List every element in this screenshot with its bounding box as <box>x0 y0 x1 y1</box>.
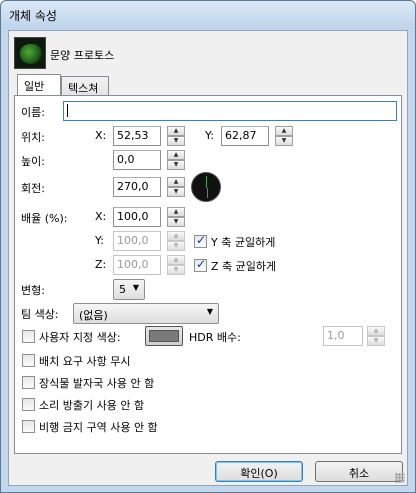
scale-z-label: Z: <box>95 258 107 271</box>
custom-color-button[interactable] <box>145 326 183 346</box>
rotation-label: 회전: <box>21 182 45 195</box>
scale-z-input: 100,0 <box>113 255 161 275</box>
ignore-placement-label: 배치 요구 사항 무시 <box>39 355 131 368</box>
object-properties-window: 개체 속성 문양 프로토스 텍스쳐 일반 이름: 위치: X: 52,53 ▲ … <box>0 0 416 493</box>
hdr-label: HDR 배수: <box>189 331 241 344</box>
text-caret <box>67 104 68 117</box>
spin-up-icon[interactable]: ▲ <box>167 207 185 217</box>
custom-color-label: 사용자 지정 색상: <box>39 331 121 344</box>
hdr-input: 1,0 <box>323 326 363 346</box>
custom-color-checkbox[interactable] <box>22 330 35 343</box>
rotation-input[interactable]: 270,0 <box>113 177 161 197</box>
window-title: 개체 속성 <box>9 9 57 23</box>
spin-down-icon[interactable]: ▼ <box>167 187 185 197</box>
height-spinner[interactable]: ▲ ▼ <box>167 150 185 170</box>
spin-up-icon: ▲ <box>367 326 385 336</box>
title-bar[interactable]: 개체 속성 <box>1 1 415 29</box>
scale-y-input: 100,0 <box>113 231 161 251</box>
variation-label: 변형: <box>21 284 45 297</box>
spin-up-icon: ▲ <box>167 231 185 241</box>
name-input[interactable] <box>63 101 397 121</box>
spin-down-icon[interactable]: ▼ <box>167 160 185 170</box>
ignore-placement-checkbox[interactable] <box>22 354 35 367</box>
spin-up-icon[interactable]: ▲ <box>167 177 185 187</box>
spin-down-icon: ▼ <box>167 241 185 251</box>
scale-y-label: Y: <box>95 234 104 247</box>
position-y-spinner[interactable]: ▲ ▼ <box>275 126 293 146</box>
spin-down-icon: ▼ <box>367 336 385 346</box>
object-name: 문양 프로토스 <box>50 49 115 62</box>
spin-down-icon[interactable]: ▼ <box>167 217 185 227</box>
height-label: 높이: <box>21 155 45 168</box>
team-color-value: (없음) <box>79 309 108 322</box>
ok-button[interactable]: 확인(O) <box>215 461 303 482</box>
no-footprint-label: 장식물 발자국 사용 안 함 <box>39 377 155 390</box>
scale-y-spinner: ▲ ▼ <box>167 231 185 251</box>
no-fly-label: 비행 금지 구역 사용 안 함 <box>39 421 158 434</box>
y-uniform-label: Y 축 균일하게 <box>211 236 276 249</box>
dial-needle-icon <box>206 176 207 188</box>
position-x-label: X: <box>95 129 107 142</box>
team-color-dropdown[interactable]: (없음) ▼ <box>73 303 219 324</box>
tab-texture[interactable]: 텍스쳐 <box>61 76 109 96</box>
y-uniform-checkbox[interactable] <box>194 233 207 248</box>
spin-up-icon: ▲ <box>167 255 185 265</box>
spin-up-icon[interactable]: ▲ <box>275 126 293 136</box>
dropdown-arrow-icon: ▼ <box>206 307 213 316</box>
variation-dropdown[interactable]: 5 ▼ <box>113 279 145 300</box>
scale-label: 배율 (%): <box>21 212 68 225</box>
no-sound-label: 소리 방출기 사용 안 함 <box>39 399 145 412</box>
height-input[interactable]: 0,0 <box>113 150 161 170</box>
color-swatch <box>149 330 179 342</box>
no-footprint-checkbox[interactable] <box>22 376 35 389</box>
cancel-button[interactable]: 취소 <box>315 461 403 482</box>
no-fly-checkbox[interactable] <box>22 420 35 433</box>
hdr-spinner: ▲ ▼ <box>367 326 385 346</box>
position-y-input[interactable]: 62,87 <box>221 126 269 146</box>
team-color-label: 팀 색상: <box>21 308 59 321</box>
spin-down-icon: ▼ <box>167 265 185 275</box>
position-x-spinner[interactable]: ▲ ▼ <box>167 126 185 146</box>
object-thumbnail <box>14 37 46 69</box>
dropdown-arrow-icon: ▼ <box>132 283 139 292</box>
variation-value: 5 <box>119 283 126 296</box>
general-panel: 이름: 위치: X: 52,53 ▲ ▼ Y: 62,87 ▲ ▼ 높이: 0,… <box>14 95 402 454</box>
no-sound-checkbox[interactable] <box>22 398 35 411</box>
spin-up-icon[interactable]: ▲ <box>167 150 185 160</box>
position-label: 위치: <box>21 131 45 144</box>
dialog-client-area: 문양 프로토스 텍스쳐 일반 이름: 위치: X: 52,53 ▲ ▼ Y: 6… <box>8 30 408 486</box>
scale-z-spinner: ▲ ▼ <box>167 255 185 275</box>
tab-general[interactable]: 일반 <box>17 74 61 96</box>
scale-x-spinner[interactable]: ▲ ▼ <box>167 207 185 227</box>
rotation-dial[interactable] <box>191 172 221 202</box>
spin-down-icon[interactable]: ▼ <box>167 136 185 146</box>
spin-up-icon[interactable]: ▲ <box>167 126 185 136</box>
z-uniform-checkbox[interactable] <box>194 257 207 272</box>
scale-x-label: X: <box>95 210 107 223</box>
position-y-label: Y: <box>205 129 214 142</box>
spin-down-icon[interactable]: ▼ <box>275 136 293 146</box>
name-label: 이름: <box>21 106 45 119</box>
resize-grip-icon[interactable] <box>395 473 405 483</box>
rotation-spinner[interactable]: ▲ ▼ <box>167 177 185 197</box>
z-uniform-label: Z 축 균일하게 <box>211 260 277 273</box>
scale-x-input[interactable]: 100,0 <box>113 207 161 227</box>
position-x-input[interactable]: 52,53 <box>113 126 161 146</box>
